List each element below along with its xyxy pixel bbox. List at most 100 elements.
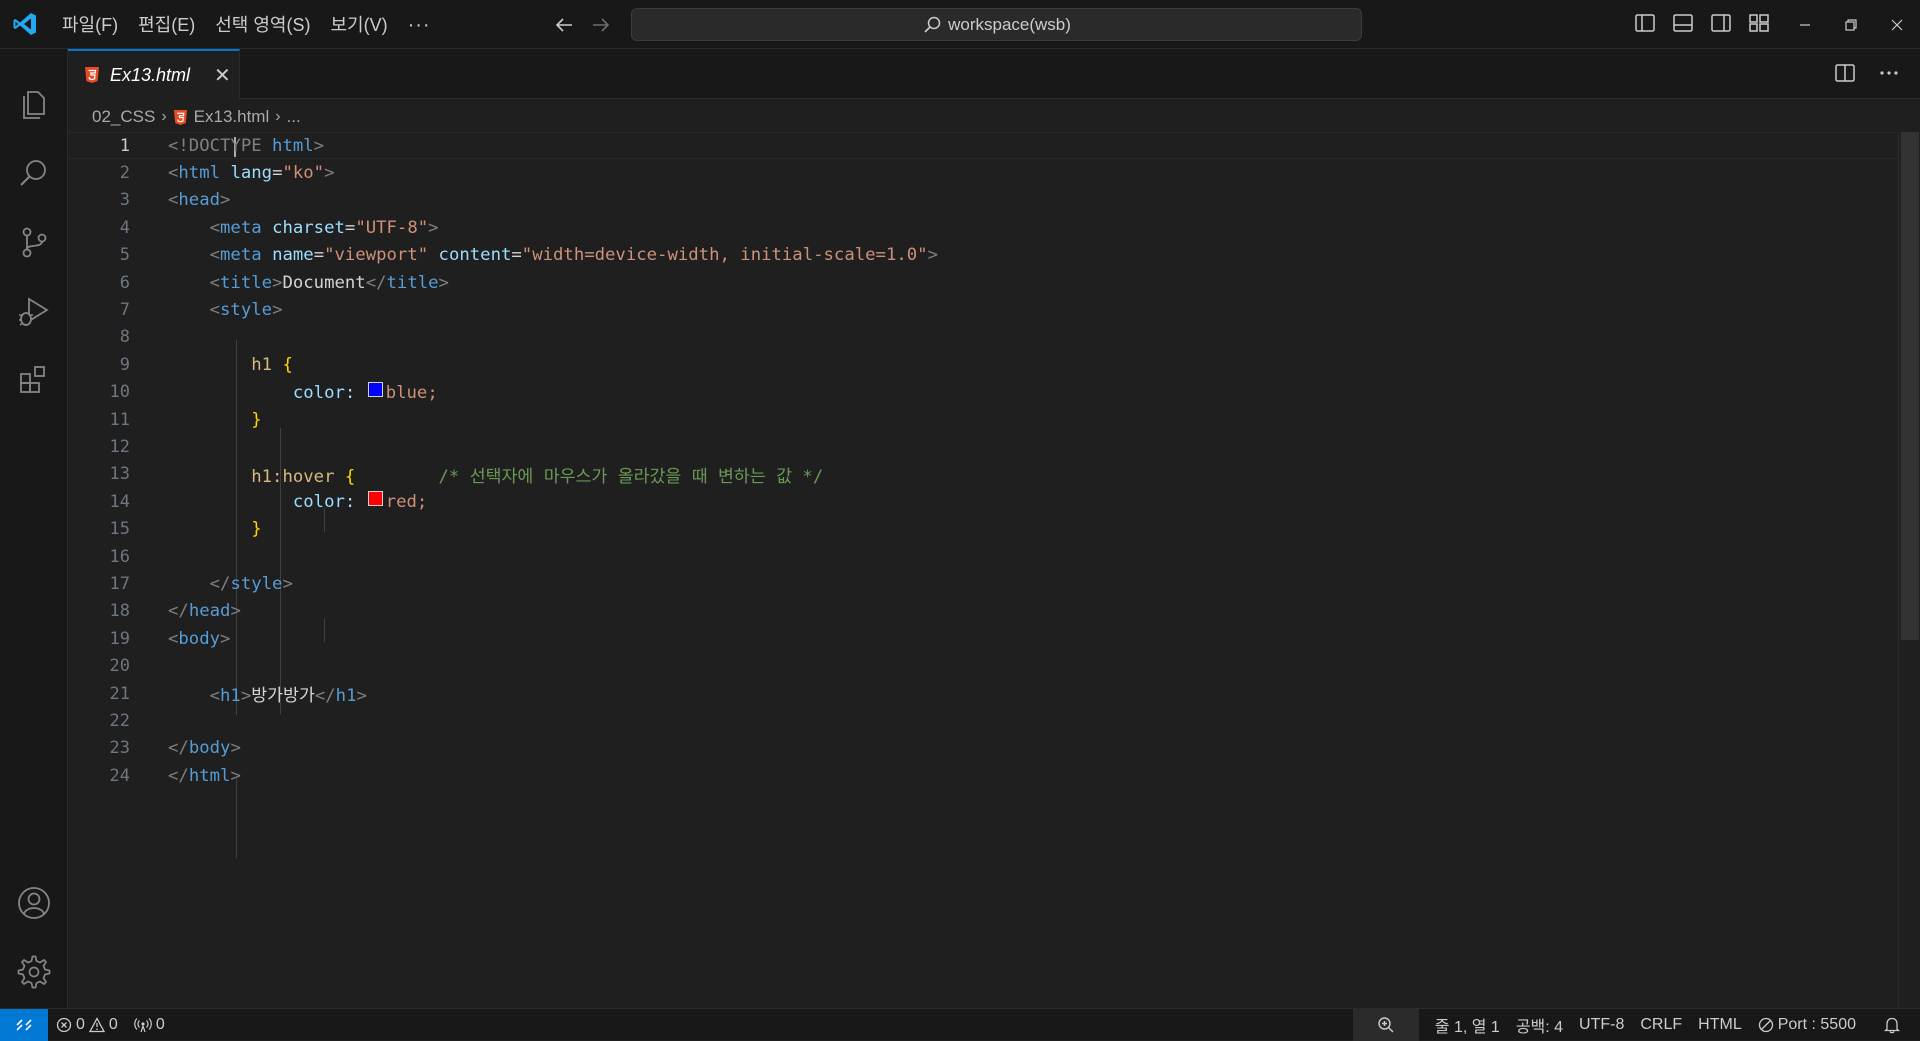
menu-bar: 파일(F) 편집(E) 선택 영역(S) 보기(V) ··· (52, 0, 441, 49)
account-icon (18, 887, 50, 919)
ports-count: 0 (155, 1015, 165, 1033)
broadcast-icon (133, 1017, 152, 1032)
toggle-primary-sidebar-icon[interactable] (1634, 12, 1656, 34)
html5-file-icon (85, 67, 99, 83)
toggle-panel-icon[interactable] (1672, 12, 1694, 34)
manage-settings-button[interactable] (0, 942, 68, 1002)
status-bar: 0 0 0 줄 1, 열 1 공백: 4 UTF-8 CRLF HTML Por… (0, 1008, 1920, 1041)
line-number: 21 (109, 683, 130, 704)
accounts-button[interactable] (0, 873, 68, 933)
code-line: 5 <meta name="viewport" content="width=d… (68, 242, 1898, 269)
zoom-button[interactable] (1352, 1009, 1419, 1041)
code-line: 12 (68, 433, 1898, 460)
split-editor-icon[interactable] (1834, 62, 1856, 84)
breadcrumb-folder[interactable]: 02_CSS (92, 107, 155, 127)
warning-count: 0 (108, 1015, 118, 1033)
editor-scrollbar[interactable] (1898, 132, 1920, 1008)
menu-more[interactable]: ··· (398, 10, 441, 40)
line-number: 9 (119, 354, 130, 375)
menu-selection[interactable]: 선택 영역(S) (205, 10, 320, 40)
code-line: 9 h1 { (68, 351, 1898, 378)
remote-indicator-button[interactable] (0, 1008, 48, 1041)
editor-tabs: Ex13.html ✕ (68, 49, 1920, 99)
arrow-right-icon[interactable] (589, 13, 613, 37)
live-server-port[interactable]: Port : 5500 (1750, 1009, 1864, 1041)
code-line: 10 color: blue; (68, 379, 1898, 406)
error-count: 0 (76, 1015, 85, 1033)
color-swatch-blue[interactable] (367, 381, 383, 397)
files-icon (23, 91, 45, 119)
code-line: 22 (68, 707, 1898, 734)
extensions-icon (20, 366, 45, 393)
code-line: 23 </body> (68, 735, 1898, 762)
code-line: 24 </html> (68, 762, 1898, 789)
port-label: Port : 5500 (1777, 1016, 1856, 1033)
code-line: 15 } (68, 516, 1898, 543)
end-of-line[interactable]: CRLF (1632, 1009, 1690, 1041)
toggle-secondary-sidebar-icon[interactable] (1710, 12, 1732, 34)
code-line: 14 color: red; (68, 488, 1898, 515)
code-line: 4 <meta charset="UTF-8"> (68, 214, 1898, 241)
minimize-button[interactable] (1782, 0, 1828, 49)
close-window-button[interactable] (1874, 0, 1920, 49)
code-line: 7 <style> (68, 296, 1898, 323)
line-number: 22 (109, 711, 130, 732)
menu-file[interactable]: 파일(F) (52, 10, 128, 40)
menu-view[interactable]: 보기(V) (320, 10, 397, 40)
color-swatch-red[interactable] (367, 491, 383, 507)
vscode-logo-icon (13, 13, 36, 35)
line-number: 12 (109, 437, 130, 458)
tab-close-icon[interactable]: ✕ (214, 63, 231, 88)
line-number: 10 (109, 382, 130, 403)
line-number: 11 (109, 409, 130, 430)
source-control-icon (22, 227, 47, 258)
code-line: 16 (68, 543, 1898, 570)
run-debug-button[interactable] (0, 281, 68, 341)
run-debug-icon (19, 297, 49, 326)
line-number: 7 (119, 300, 130, 321)
code-line: 8 (68, 324, 1898, 351)
search-icon (924, 16, 941, 33)
chevron-right-icon: › (161, 108, 167, 125)
more-actions-icon[interactable] (1878, 62, 1900, 84)
breadcrumb-file[interactable]: Ex13.html (194, 107, 270, 127)
breadcrumb-symbols[interactable]: ... (287, 107, 301, 127)
html5-file-icon (173, 109, 187, 125)
menu-edit[interactable]: 편집(E) (128, 10, 205, 40)
code-line: 13 h1:hover { /* 선택자에 마우스가 올라갔을 때 변하는 값 … (68, 461, 1898, 488)
line-number: 2 (119, 163, 130, 184)
scrollbar-thumb[interactable] (1901, 132, 1919, 640)
code-line: 18 </head> (68, 598, 1898, 625)
restore-icon (1845, 18, 1857, 31)
source-control-button[interactable] (0, 212, 68, 272)
minimize-icon (1800, 23, 1810, 26)
code-editor[interactable]: 1 <!DOCTYPE html> 2 <html lang="ko"> 3 <… (68, 132, 1898, 1008)
tab-label: Ex13.html (110, 64, 191, 85)
command-center-search[interactable]: workspace(wsb) (631, 8, 1362, 41)
line-number: 18 (109, 601, 130, 622)
encoding[interactable]: UTF-8 (1571, 1009, 1632, 1041)
line-number: 14 (109, 491, 130, 512)
code-line: 3 <head> (68, 187, 1898, 214)
line-number: 23 (109, 738, 130, 759)
code-line: 1 <!DOCTYPE html> (68, 132, 1898, 160)
code-line: 11 } (68, 406, 1898, 433)
customize-layout-icon[interactable] (1748, 12, 1770, 34)
circle-slash-icon (1758, 1017, 1773, 1033)
cursor-position[interactable]: 줄 1, 열 1 (1427, 1009, 1508, 1041)
problems-indicator[interactable]: 0 0 (48, 1009, 126, 1041)
notifications-button[interactable] (1864, 1009, 1920, 1041)
ports-indicator[interactable]: 0 (126, 1009, 173, 1041)
line-number: 1 (119, 135, 130, 156)
search-view-button[interactable] (0, 143, 68, 203)
restore-button[interactable] (1828, 0, 1874, 49)
indentation[interactable]: 공백: 4 (1508, 1009, 1571, 1041)
breadcrumb: 02_CSS › Ex13.html › ... (92, 104, 301, 130)
arrow-left-icon[interactable] (552, 13, 576, 37)
language-mode[interactable]: HTML (1690, 1009, 1750, 1041)
explorer-button[interactable] (0, 74, 68, 134)
tab-ex13-html[interactable]: Ex13.html ✕ (68, 49, 240, 99)
indent-guide (236, 778, 237, 858)
code-line: 20 (68, 653, 1898, 680)
extensions-button[interactable] (0, 350, 68, 410)
